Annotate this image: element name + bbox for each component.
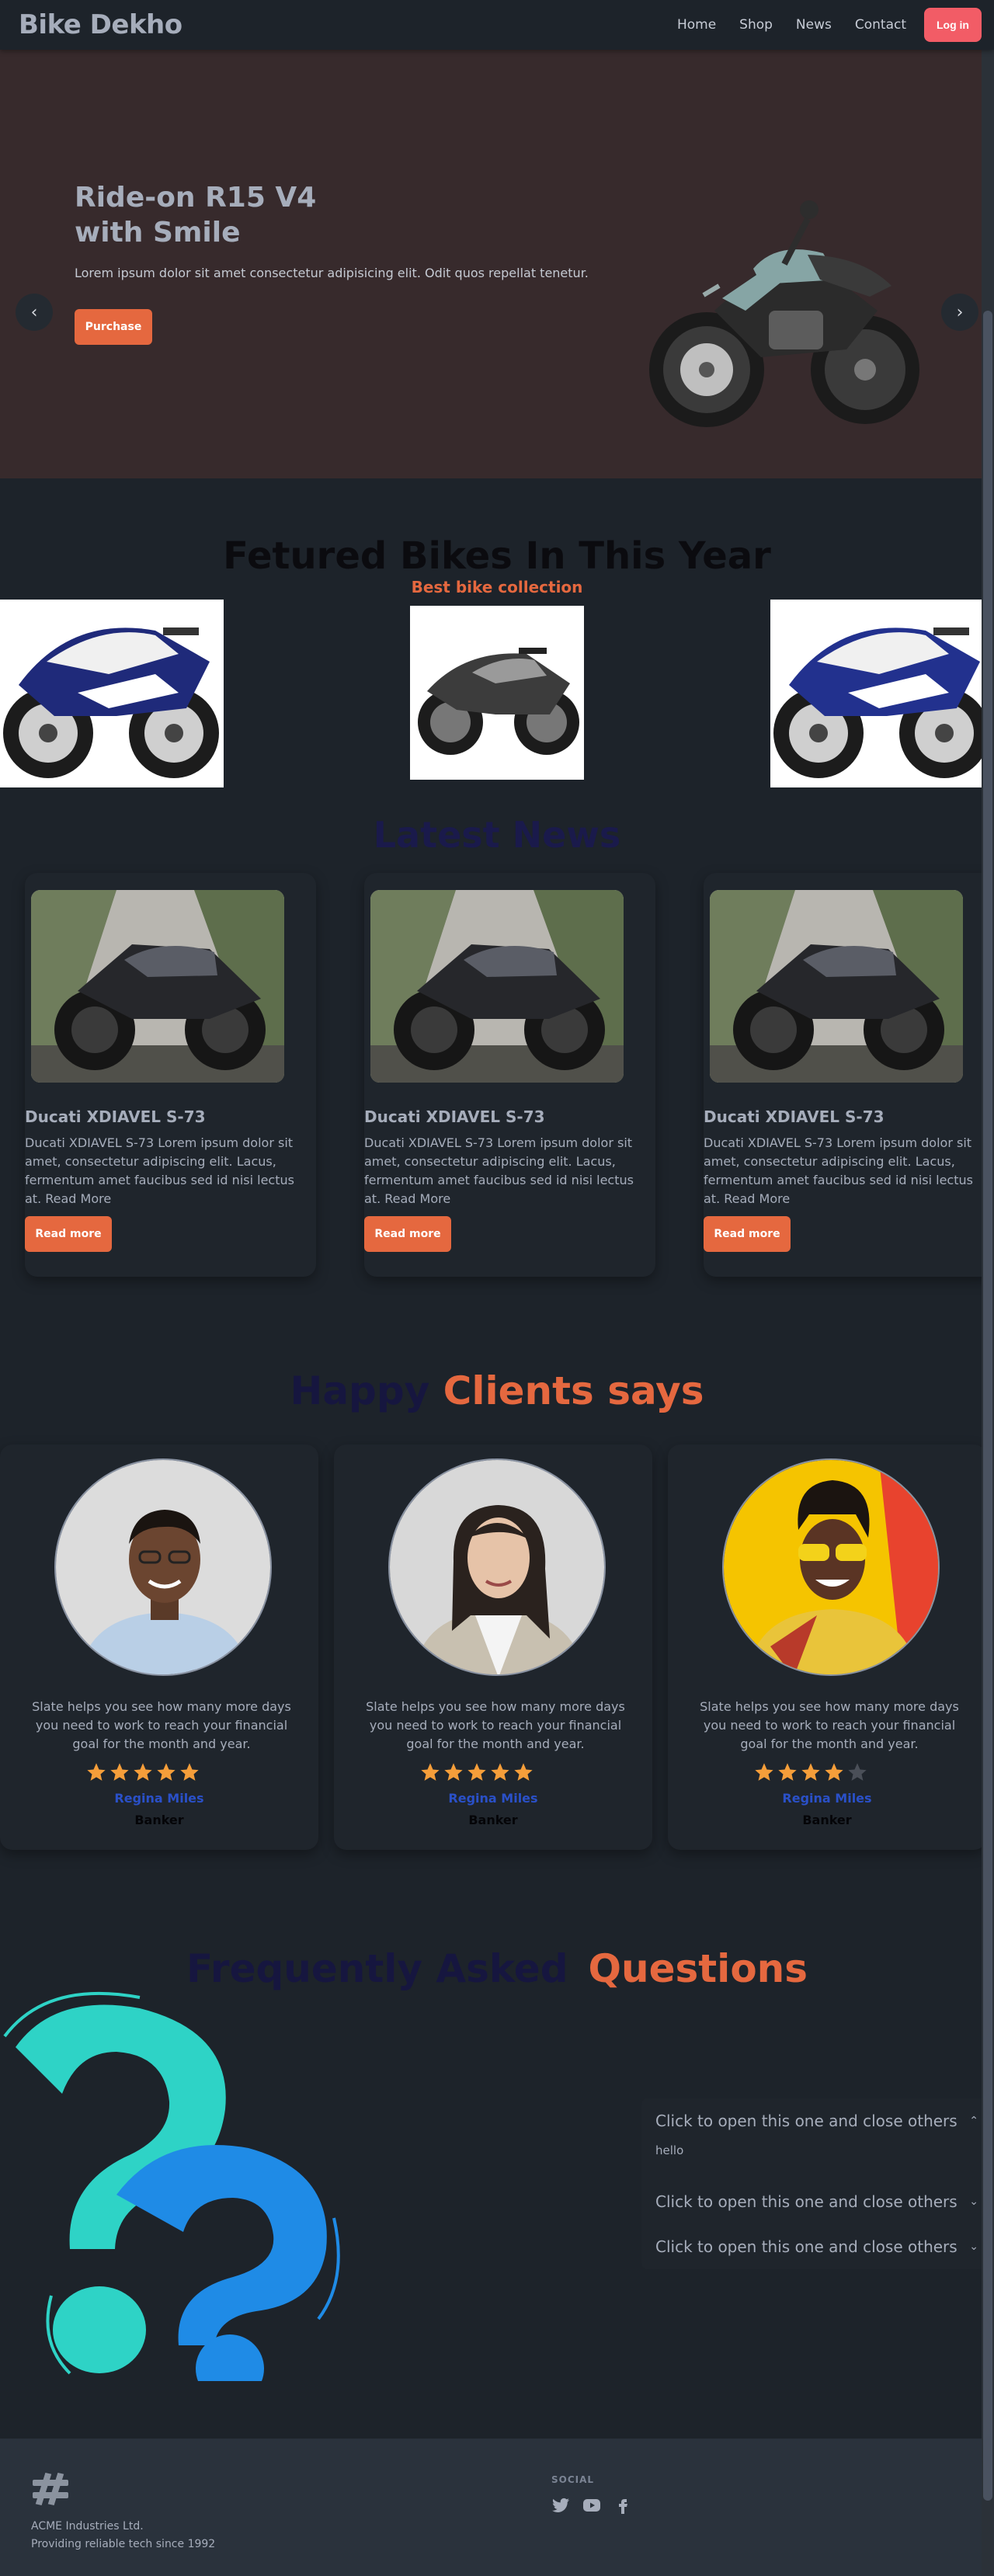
hashtag-logo-icon [33,2473,68,2505]
news-card-body: Ducati XDIAVEL S-73 Lorem ipsum dolor si… [704,1135,973,1206]
login-button[interactable]: Log in [924,8,982,42]
star-filled-icon [134,1763,152,1781]
news-card-body: Ducati XDIAVEL S-73 Lorem ipsum dolor si… [364,1135,634,1206]
client-avatar [388,1458,606,1676]
company-name: ACME Industries Ltd. [31,2520,144,2533]
news-card-heading: Ducati XDIAVEL S-73 [364,1107,545,1126]
news-card-body: Ducati XDIAVEL S-73 Lorem ipsum dolor si… [25,1135,294,1206]
chevron-down-icon: ⌄ [969,2195,978,2208]
news-card: Ducati XDIAVEL S-73 Ducati XDIAVEL S-73 … [364,873,655,1277]
hero-bike-image [649,200,919,427]
clients-title-part1: Happy [290,1368,430,1413]
star-filled-icon [491,1763,509,1781]
faq-accordion: Click to open this one and close others … [641,2098,988,2269]
star-rating [753,1761,868,1783]
testimonial-quote: Slate helps you see how many more days y… [32,1699,291,1751]
youtube-icon[interactable] [582,2496,601,2515]
faq-title-part2: Questions [588,1946,808,1991]
faq-question[interactable]: Click to open this one and close others [655,2192,958,2211]
footer: ACME Industries Ltd. Providing reliable … [0,2439,994,2576]
star-filled-icon [87,1763,106,1781]
client-name: Regina Miles [114,1791,204,1806]
client-avatar [722,1458,940,1676]
brand-logo[interactable]: Bike Dekho [19,9,182,40]
nav-news-link[interactable]: News [784,11,843,39]
news-bike-image [710,890,963,1083]
star-filled-icon [421,1763,440,1781]
hero-description: Lorem ipsum dolor sit amet consectetur a… [75,266,589,280]
hero-carousel: ‹ Ride-on R15 V4 with Smile Lorem ipsum … [0,50,994,478]
nav-contact-link[interactable]: Contact [843,11,918,39]
faq-question-row[interactable]: Click to open this one and close others … [641,2224,988,2269]
chevron-down-icon: ⌄ [969,2241,978,2253]
featured-bike-image-3[interactable] [770,600,994,787]
faq-question-row[interactable]: Click to open this one and close others … [641,2179,988,2224]
client-avatar [54,1458,272,1676]
faq-item[interactable]: Click to open this one and close others … [641,2179,988,2224]
faq-question[interactable]: Click to open this one and close others [655,2237,958,2256]
star-filled-icon [467,1763,486,1781]
news-bike-image [370,890,624,1083]
question-mark-illustration [3,1991,340,2381]
testimonial-card: Slate helps you see how many more days y… [668,1444,986,1850]
star-filled-icon [801,1763,820,1781]
social-heading: SOCIAL [551,2474,595,2485]
star-filled-icon [157,1763,176,1781]
nav-shop-link[interactable]: Shop [728,11,784,39]
news-card-heading: Ducati XDIAVEL S-73 [704,1107,885,1126]
nav-links: Home Shop News Contact Log in [666,8,982,42]
news-section-title: Latest News [373,814,621,856]
read-more-button[interactable]: Read more [364,1216,451,1252]
faq-item[interactable]: Click to open this one and close others … [641,2224,988,2269]
featured-subtitle: Best bike collection [411,578,583,596]
star-filled-icon [755,1763,773,1781]
social-links [551,2496,632,2515]
purchase-button[interactable]: Purchase [75,309,152,345]
client-role: Banker [134,1813,184,1827]
faq-answer: hello [655,2143,684,2157]
testimonial-card: Slate helps you see how many more days y… [0,1444,318,1850]
testimonial-card: Slate helps you see how many more days y… [334,1444,652,1850]
faq-question-row[interactable]: Click to open this one and close others … [641,2098,988,2143]
featured-bike-image-1[interactable] [0,600,224,787]
twitter-icon[interactable] [551,2496,570,2515]
chevron-up-icon: ⌃ [969,2115,978,2127]
star-filled-icon [514,1763,533,1781]
client-name: Regina Miles [782,1791,872,1806]
testimonial-quote: Slate helps you see how many more days y… [366,1699,625,1751]
news-card: Ducati XDIAVEL S-73 Ducati XDIAVEL S-73 … [25,873,316,1277]
star-rating [85,1761,200,1783]
featured-bike-image-2[interactable] [410,606,584,780]
client-name: Regina Miles [448,1791,538,1806]
star-filled-icon [110,1763,129,1781]
star-rating [419,1761,534,1783]
read-more-button[interactable]: Read more [704,1216,791,1252]
carousel-prev-button[interactable]: ‹ [16,294,53,331]
featured-title: Fetured Bikes In This Year [223,534,771,578]
company-tagline: Providing reliable tech since 1992 [31,2538,216,2550]
footer-company-info: ACME Industries Ltd. Providing reliable … [31,2518,215,2553]
hero-title: Ride-on R15 V4 with Smile [75,182,317,249]
clients-section-title: Happy Clients says [0,1368,994,1413]
carousel-next-button[interactable]: › [941,294,978,331]
star-filled-icon [180,1763,199,1781]
star-filled-icon [778,1763,797,1781]
scrollbar-thumb[interactable] [983,311,992,2501]
faq-question[interactable]: Click to open this one and close others [655,2112,958,2130]
navbar: Bike Dekho Home Shop News Contact Log in [0,0,994,50]
news-bike-image [31,890,284,1083]
read-more-button[interactable]: Read more [25,1216,112,1252]
star-empty-icon [848,1763,867,1781]
client-role: Banker [468,1813,518,1827]
testimonial-quote: Slate helps you see how many more days y… [700,1699,959,1751]
clients-title-part2: Clients says [443,1368,704,1413]
client-role: Banker [802,1813,852,1827]
news-card: Ducati XDIAVEL S-73 Ducati XDIAVEL S-73 … [704,873,994,1277]
faq-item[interactable]: Click to open this one and close others … [641,2098,988,2179]
star-filled-icon [825,1763,843,1781]
facebook-icon[interactable] [613,2496,632,2515]
nav-home-link[interactable]: Home [666,11,728,39]
star-filled-icon [444,1763,463,1781]
news-card-heading: Ducati XDIAVEL S-73 [25,1107,206,1126]
